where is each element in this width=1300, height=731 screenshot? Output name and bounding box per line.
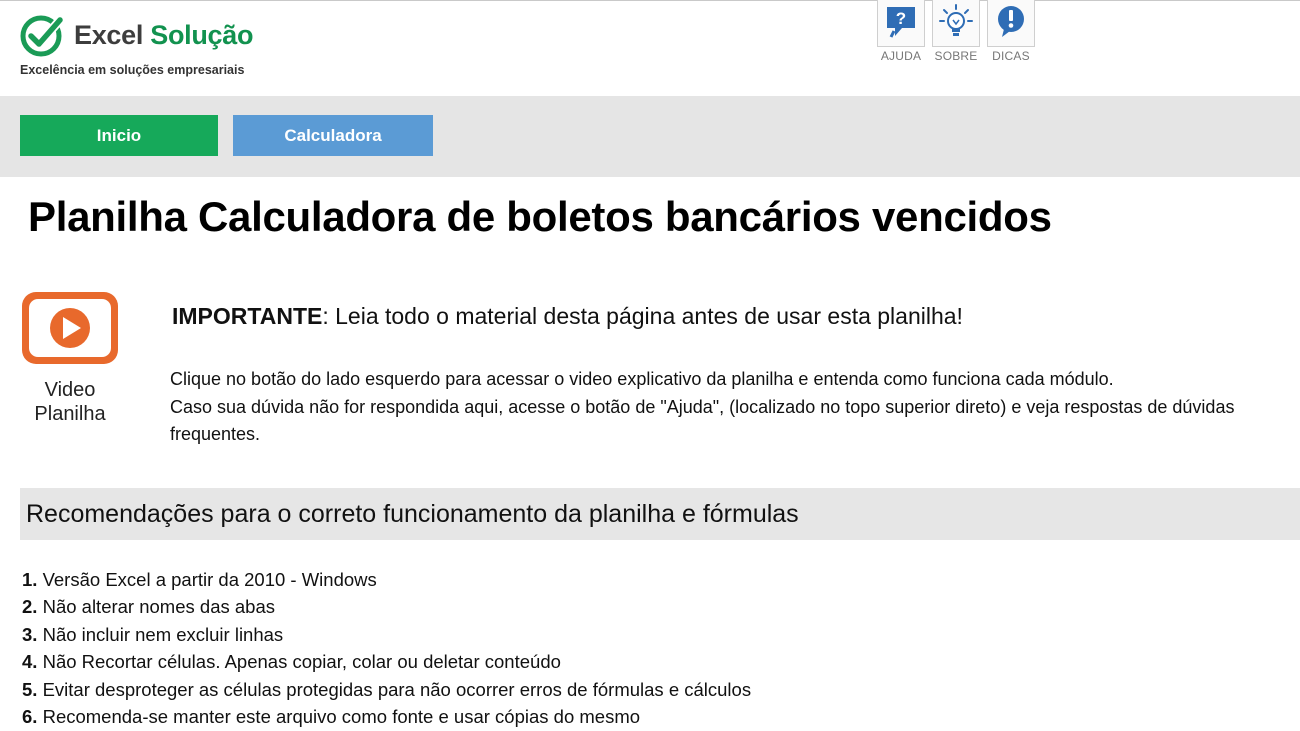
list-item-number: 5. xyxy=(22,678,38,700)
navigation-bar: Inicio Calculadora xyxy=(0,96,1300,177)
top-icon-bar: ? AJUDA SOBRE DICAS xyxy=(876,0,1046,70)
info-text: Clique no botão do lado esquerdo para ac… xyxy=(170,366,1295,449)
exclamation-icon xyxy=(998,6,1024,37)
info-line-2: Caso sua dúvida não for respondida aqui,… xyxy=(170,396,1235,445)
video-label: Video Planilha xyxy=(20,378,120,426)
brand-word-excel: Excel xyxy=(74,20,144,50)
page-title: Planilha Calculadora de boletos bancário… xyxy=(28,193,1052,240)
about-button[interactable]: SOBRE xyxy=(931,0,981,63)
list-item-text: Evitar desproteger as células protegidas… xyxy=(37,678,752,700)
important-label: IMPORTANTE xyxy=(172,303,323,329)
list-item-number: 4. xyxy=(22,651,38,673)
recommendations-header: Recomendações para o correto funcionamen… xyxy=(20,488,1300,540)
brand-logo: Excel Solução Excelência em soluções emp… xyxy=(20,8,280,80)
tips-label: DICAS xyxy=(992,49,1030,63)
play-video-icon xyxy=(22,292,118,364)
video-label-line1: Video xyxy=(44,379,96,401)
list-item: 4. Não Recortar células. Apenas copiar, … xyxy=(22,648,751,675)
brand-name: Excel Solução xyxy=(74,20,253,51)
help-button[interactable]: ? AJUDA xyxy=(876,0,926,63)
brand-word-solucao: Solução xyxy=(150,20,254,50)
calculadora-button[interactable]: Calculadora xyxy=(233,115,433,156)
recommendations-title: Recomendações para o correto funcionamen… xyxy=(26,500,799,528)
checkmark-logo-icon xyxy=(20,15,65,57)
video-label-line2: Planilha xyxy=(34,403,106,425)
list-item-number: 1. xyxy=(22,569,38,590)
about-label: SOBRE xyxy=(934,49,978,63)
info-line-1: Clique no botão do lado esquerdo para ac… xyxy=(170,369,1114,389)
tips-button[interactable]: DICAS xyxy=(986,0,1036,63)
inicio-button[interactable]: Inicio xyxy=(20,115,218,156)
help-label: AJUDA xyxy=(880,49,922,63)
list-item-number: 6. xyxy=(22,706,38,728)
list-item: 3. Não incluir nem excluir linhas xyxy=(22,621,751,648)
recommendations-list: 1. Versão Excel a partir da 2010 - Windo… xyxy=(22,566,751,730)
list-item: 2. Não alterar nomes das abas xyxy=(22,593,751,620)
svg-text:?: ? xyxy=(896,9,906,28)
list-item-text: Não incluir nem excluir linhas xyxy=(37,623,284,645)
list-item-number: 3. xyxy=(22,623,38,645)
important-notice: IMPORTANTE: Leia todo o material desta p… xyxy=(172,303,963,330)
list-item: 6. Recomenda-se manter este arquivo como… xyxy=(22,703,751,730)
lightbulb-icon xyxy=(939,4,973,36)
help-icon: ? xyxy=(887,7,915,38)
list-item-text: Não alterar nomes das abas xyxy=(37,596,275,618)
list-item-text: Não Recortar células. Apenas copiar, col… xyxy=(37,651,561,673)
list-item-text: Recomenda-se manter este arquivo como fo… xyxy=(37,706,641,728)
list-item: 1. Versão Excel a partir da 2010 - Windo… xyxy=(22,566,751,593)
list-item-text: Versão Excel a partir da 2010 - Windows xyxy=(37,569,377,590)
top-border xyxy=(0,0,1300,1)
brand-tagline: Excelência em soluções empresariais xyxy=(20,63,245,77)
list-item: 5. Evitar desproteger as células protegi… xyxy=(22,676,751,703)
list-item-number: 2. xyxy=(22,596,38,618)
video-button[interactable]: Video Planilha xyxy=(20,290,120,430)
important-text: : Leia todo o material desta página ante… xyxy=(322,303,963,329)
